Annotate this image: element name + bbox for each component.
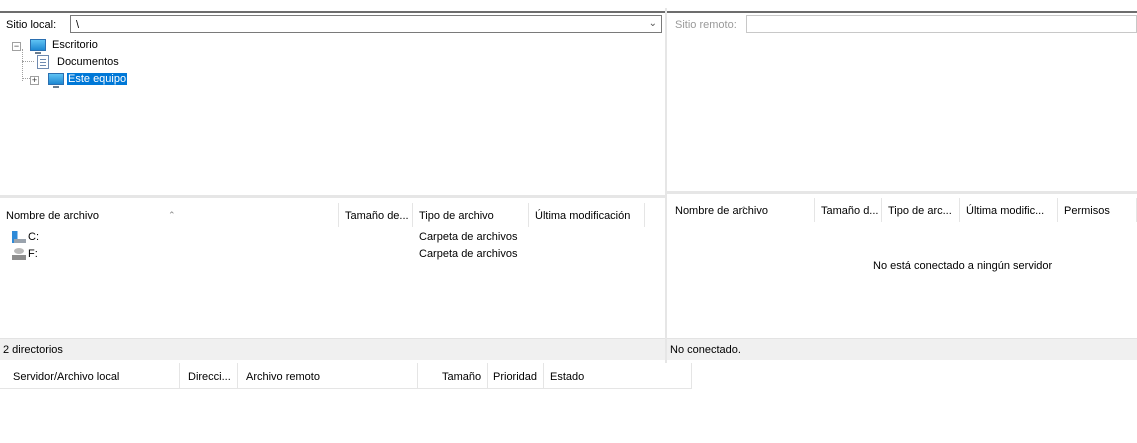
chevron-down-icon[interactable]: ⌄ [649, 18, 657, 29]
column-header-name[interactable]: Nombre de archivo ⌃ [0, 203, 339, 227]
sort-ascending-icon: ⌃ [168, 210, 176, 220]
column-header-name[interactable]: Nombre de archivo ⌃ [667, 198, 815, 222]
local-path-combobox[interactable]: \ ⌄ [70, 15, 662, 33]
local-pane: Sitio local: \ ⌄ − Escritorio Documentos… [0, 8, 665, 363]
column-header-size[interactable]: Tamaño de... [339, 203, 413, 227]
remote-site-bar: Sitio remoto: [667, 11, 1137, 35]
column-header-size[interactable]: Tamaño [418, 363, 488, 389]
drive-f-icon [12, 248, 26, 260]
remote-status-text: No conectado. [670, 344, 741, 356]
tree-item-label: Este equipo [67, 73, 128, 85]
documents-icon [37, 55, 49, 69]
file-name: F: [28, 248, 38, 260]
local-status-text: 2 directorios [3, 344, 63, 356]
tree-item-este-equipo[interactable]: + Este equipo [30, 72, 230, 88]
file-name: C: [28, 231, 39, 243]
column-header-status[interactable]: Estado [544, 363, 692, 389]
local-site-bar: Sitio local: \ ⌄ [0, 11, 665, 35]
remote-site-label: Sitio remoto: [675, 19, 737, 31]
file-row-f[interactable]: F: Carpeta de archivos [0, 247, 665, 263]
column-header-direction[interactable]: Direcci... [180, 363, 238, 389]
column-header-modified[interactable]: Última modificación [529, 203, 645, 227]
column-header-modified[interactable]: Última modific... [960, 198, 1058, 222]
local-file-list-header: Nombre de archivo ⌃ Tamaño de... Tipo de… [0, 203, 665, 227]
local-site-label: Sitio local: [6, 19, 57, 31]
drive-c-icon [12, 231, 26, 243]
remote-status-bar: No conectado. [667, 338, 1137, 360]
not-connected-message: No está conectado a ningún servidor [873, 260, 1053, 272]
tree-item-label: Documentos [57, 56, 119, 68]
column-header-type[interactable]: Tipo de arc... [882, 198, 960, 222]
sort-ascending-icon: ⌃ [740, 205, 748, 215]
tree-item-label: Escritorio [52, 39, 98, 51]
desktop-icon [30, 39, 46, 54]
collapse-icon[interactable]: − [12, 42, 21, 51]
queue-header: Servidor/Archivo local Direcci... Archiv… [0, 363, 692, 389]
column-header-server-local-file[interactable]: Servidor/Archivo local [0, 363, 180, 389]
local-path-value: \ [76, 19, 80, 31]
column-header-remote-file[interactable]: Archivo remoto [238, 363, 418, 389]
column-header-type[interactable]: Tipo de archivo [413, 203, 529, 227]
tree-item-documentos[interactable]: Documentos [12, 55, 212, 71]
transfer-queue: Servidor/Archivo local Direcci... Archiv… [0, 363, 1137, 443]
local-status-bar: 2 directorios [0, 338, 665, 360]
file-row-c[interactable]: C: Carpeta de archivos [0, 230, 665, 246]
pane-splitter[interactable] [667, 191, 1137, 194]
file-type: Carpeta de archivos [419, 231, 518, 243]
tree-item-escritorio[interactable]: − Escritorio [12, 38, 212, 54]
pane-splitter[interactable] [0, 195, 665, 198]
column-header-size[interactable]: Tamaño d... [815, 198, 882, 222]
local-directory-tree: − Escritorio Documentos + Este equipo [0, 35, 665, 195]
remote-file-list-header: Nombre de archivo ⌃ Tamaño d... Tipo de … [667, 198, 1137, 222]
computer-icon [48, 73, 64, 88]
remote-path-field[interactable] [746, 15, 1137, 33]
column-header-permissions[interactable]: Permisos [1058, 198, 1137, 222]
expand-icon[interactable]: + [30, 76, 39, 85]
column-header-priority[interactable]: Prioridad [488, 363, 544, 389]
file-type: Carpeta de archivos [419, 248, 518, 260]
remote-pane: Sitio remoto: Nombre de archivo ⌃ Tamaño… [667, 8, 1137, 363]
